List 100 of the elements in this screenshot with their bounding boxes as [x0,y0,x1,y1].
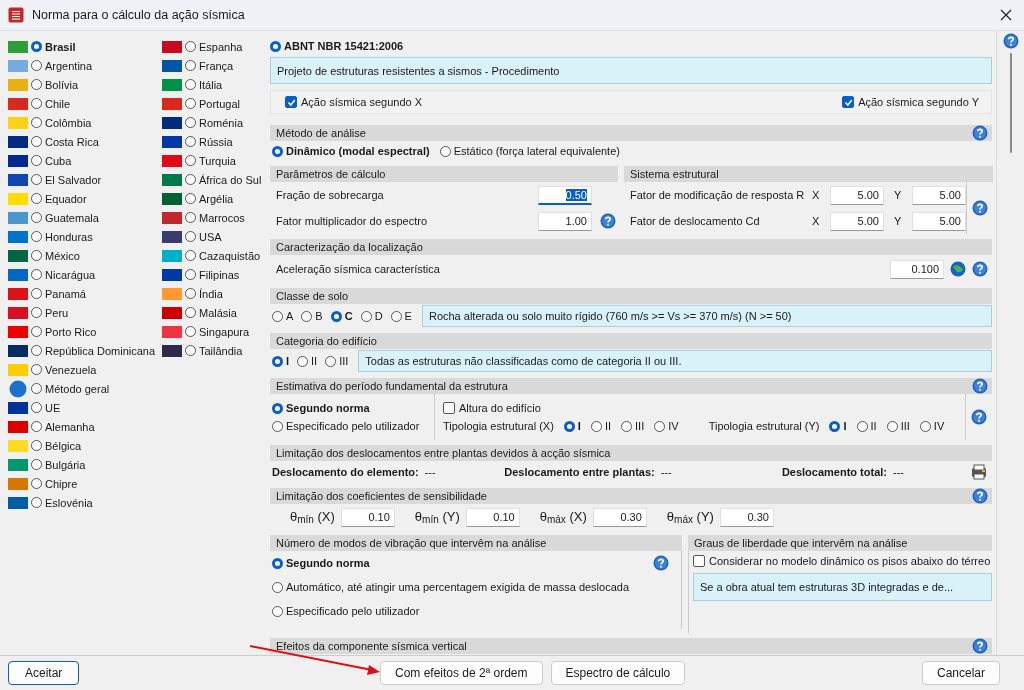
radio-option[interactable]: Equador [31,192,87,205]
radio-option[interactable]: Itália [185,78,223,91]
radio-option[interactable]: Turquia [185,154,236,167]
input-field[interactable]: 0.30 [719,507,774,527]
dialog-button[interactable]: Aceitar [8,661,80,685]
help-icon[interactable] [1002,33,1019,49]
radio-option[interactable]: Segundo norma [272,402,434,414]
dialog-button[interactable]: Espectro de cálculo [550,661,686,685]
input-field[interactable]: 1.00 [538,211,592,231]
radio-option[interactable]: Automático, até atingir uma percentagem exigida de massa deslocada [272,581,630,593]
printer-icon[interactable] [970,464,988,480]
help-icon[interactable] [653,555,669,571]
radio-option[interactable]: IV [654,420,679,432]
radio-option[interactable]: Bélgica [31,439,82,452]
radio-option[interactable]: Bulgária [31,458,86,471]
radio-option[interactable]: El Salvador [31,173,102,186]
radio-option[interactable]: Especificado pelo utilizador [272,420,434,432]
radio-option[interactable]: México [31,249,80,262]
radio-option[interactable]: Índia [185,287,223,300]
radio-option[interactable]: Malásia [185,306,237,319]
radio-option[interactable]: Argélia [185,192,234,205]
field-label: Aceleração sísmica característica [276,263,441,275]
radio-option[interactable]: Venezuela [31,363,97,376]
description-box: Projeto de estruturas resistentes a sismos - Procedimento [270,57,992,84]
radio-option[interactable]: África do Sul [185,173,262,186]
window-title: Norma para o cálculo da ação sísmica [32,8,246,22]
radio-option[interactable]: IV [919,420,945,432]
radio-option[interactable]: Dinâmico (modal espectral) [272,145,430,157]
radio-option[interactable]: Porto Rico [31,325,97,338]
field-label: θ$_{mín}$ (Y) [414,509,460,525]
radio-option[interactable]: Cazaquistão [185,249,261,262]
axis-label: Y [894,215,903,227]
radio-option[interactable]: Argentina [31,59,93,72]
scrollbar[interactable] [1009,53,1012,153]
checkbox-option[interactable]: Altura do edifício [443,402,965,414]
radio-option[interactable]: Costa Rica [31,135,99,148]
radio-option[interactable]: Guatemala [31,211,99,224]
input-field[interactable]: 0.30 [592,507,647,527]
radio-option[interactable]: Espanha [185,40,243,53]
radio-option[interactable]: Roménia [185,116,244,129]
field-label: Fator de deslocamento Cd [630,215,761,227]
radio-option[interactable]: USA [185,230,222,243]
checkbox-option[interactable]: Considerar no modelo dinâmico os pisos abaixo do térreo [693,555,992,567]
radio-option[interactable]: Filipinas [185,268,240,281]
help-icon[interactable] [972,200,988,216]
input-field[interactable]: 5.00 [912,211,966,231]
radio-option[interactable]: Chipre [31,477,78,490]
input-field[interactable]: 0.100 [890,259,944,279]
radio-option[interactable]: Peru [31,306,69,319]
input-field[interactable]: 0.50 [538,185,592,205]
radio-option[interactable]: Estático (força lateral equivalente) [439,145,620,157]
radio-option[interactable]: Cuba [31,154,72,167]
radio-option[interactable]: Especificado pelo utilizador [272,605,420,617]
radio-option[interactable]: Tailândia [185,344,243,357]
input-field[interactable]: 5.00 [830,211,884,231]
description-box: Rocha alterada ou solo muito rígido (760 m/s >= Vs >= 370 m/s) (N >= 50) [421,305,992,327]
radio-option[interactable]: Singapura [185,325,250,338]
radio-option[interactable]: Panamá [31,287,86,300]
section-title: Método de análise [276,127,366,139]
input-field[interactable]: 5.00 [830,185,884,205]
radio-option[interactable]: República Dominicana [31,344,156,357]
section-title: Limitação dos coeficientes de sensibilidade [276,490,487,502]
radio-option[interactable]: Alemanha [31,420,95,433]
field-label: Tipologia estrutural (Y) [708,420,820,432]
radio-option[interactable]: França [185,59,234,72]
section-title: Número de modos de vibração que intervêm na análise [276,537,547,549]
radio-option[interactable]: Rússia [185,135,233,148]
checkbox-option[interactable]: Ação sísmica segundo X [285,96,423,108]
section-title: Graus de liberdade que intervêm na análise [694,537,908,549]
radio-option[interactable]: Segundo norma [272,557,370,569]
radio-option[interactable]: ABNT NBR 15421:2006 [270,40,404,52]
dialog-button[interactable]: Com efeitos de 2ª ordem [380,661,543,685]
radio-option[interactable]: Portugal [185,97,240,110]
radio-option[interactable]: Chile [31,97,71,110]
help-icon[interactable] [972,638,988,654]
input-field[interactable]: 0.10 [465,507,520,527]
radio-option[interactable]: Método geral [31,382,110,395]
radio-option[interactable]: Bolívia [31,78,79,91]
close-icon[interactable] [1000,9,1012,21]
globe-icon[interactable] [950,261,966,277]
radio-option[interactable]: Marrocos [185,211,245,224]
input-field[interactable]: 0.10 [340,507,395,527]
help-icon[interactable] [600,213,616,229]
help-icon[interactable] [972,378,988,394]
dialog-button[interactable]: Cancelar [921,661,1000,685]
checkbox-option[interactable]: Ação sísmica segundo Y [842,96,979,108]
field-label: θ$_{máx}$ (X) [539,509,587,525]
help-icon[interactable] [972,488,988,504]
section-title: Caracterização da localização [276,241,423,253]
help-icon[interactable] [971,409,987,425]
radio-option[interactable]: UE [31,401,61,414]
radio-option[interactable]: Nicarágua [31,268,96,281]
radio-option[interactable]: Brasil [31,40,76,53]
radio-option[interactable]: Colômbia [31,116,92,129]
help-icon[interactable] [972,125,988,141]
radio-option[interactable]: Honduras [31,230,93,243]
help-icon[interactable] [972,261,988,277]
section-title: Classe de solo [276,290,349,302]
input-field[interactable]: 5.00 [912,185,966,205]
radio-option[interactable]: Eslovénia [31,496,93,509]
